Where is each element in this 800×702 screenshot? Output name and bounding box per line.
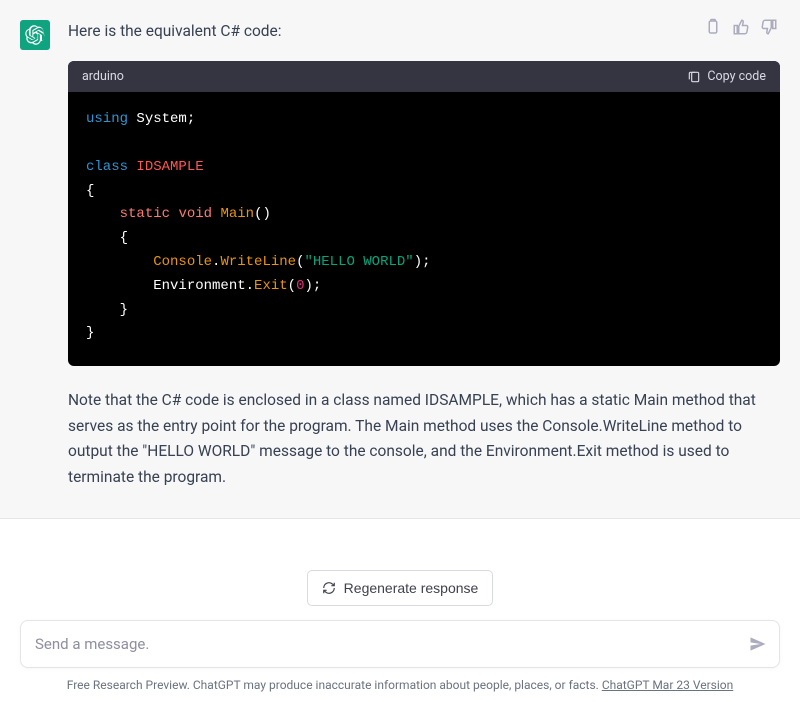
- refresh-icon: [322, 581, 336, 595]
- regenerate-label: Regenerate response: [344, 580, 479, 596]
- copy-code-button[interactable]: Copy code: [687, 69, 766, 84]
- code-body: using System; class IDSAMPLE { static vo…: [68, 92, 780, 366]
- message-input[interactable]: [20, 620, 780, 668]
- intro-text: Here is the equivalent C# code:: [68, 20, 780, 43]
- clipboard-icon: [687, 70, 701, 84]
- thumbs-down-button[interactable]: [760, 18, 778, 36]
- assistant-avatar: [20, 20, 50, 50]
- feedback-buttons: [704, 18, 778, 36]
- explanation-text: Note that the C# code is enclosed in a c…: [68, 388, 780, 490]
- thumbs-up-button[interactable]: [732, 18, 750, 36]
- thumbs-up-icon: [732, 18, 750, 36]
- send-icon: [748, 634, 768, 654]
- regenerate-button[interactable]: Regenerate response: [307, 570, 494, 606]
- code-language: arduino: [82, 69, 124, 84]
- footer-text: Free Research Preview. ChatGPT may produ…: [20, 678, 780, 692]
- message-content: Here is the equivalent C# code: arduino …: [68, 20, 780, 490]
- footer-preview: Free Research Preview. ChatGPT may produ…: [67, 678, 602, 692]
- openai-logo-icon: [25, 25, 45, 45]
- input-row: [20, 620, 780, 668]
- code-block: arduino Copy code using System; class ID…: [68, 61, 780, 366]
- thumbs-down-icon: [760, 18, 778, 36]
- code-header: arduino Copy code: [68, 61, 780, 92]
- clipboard-button[interactable]: [704, 18, 722, 36]
- send-button[interactable]: [748, 634, 768, 654]
- clipboard-icon: [704, 18, 722, 36]
- bottom-area: Regenerate response Free Research Previe…: [0, 552, 800, 702]
- assistant-message: Here is the equivalent C# code: arduino …: [0, 0, 800, 519]
- copy-code-label: Copy code: [707, 69, 766, 84]
- version-link[interactable]: ChatGPT Mar 23 Version: [602, 678, 733, 692]
